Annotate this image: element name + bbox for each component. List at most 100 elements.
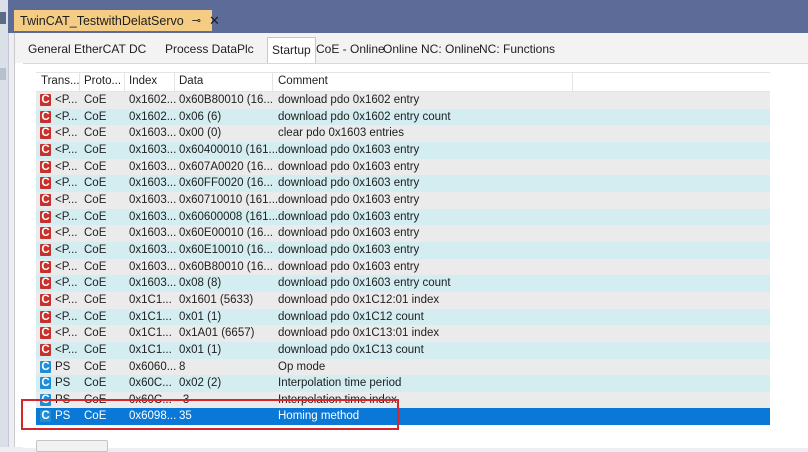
cell-proto: CoE <box>84 227 107 240</box>
col-proto[interactable]: Proto... <box>84 75 121 87</box>
cell-data: 0x1601 (5633) <box>179 293 254 306</box>
cell-data: 0x60710010 (161... <box>179 193 279 206</box>
cell-data: 0x00 (0) <box>179 127 222 140</box>
cell-trans: <P... <box>55 277 78 290</box>
table-row[interactable]: C <P... CoE 0x1602... 0x60B80010 (16... downl… <box>36 92 770 109</box>
cell-comment: clear pdo 0x1603 entries <box>278 127 404 140</box>
cell-comment: download pdo 0x1602 entry count <box>278 110 451 123</box>
cell-comment: download pdo 0x1603 entry <box>278 143 420 156</box>
table-row[interactable]: C PS CoE 0x6060... 8 Op mode <box>36 358 770 376</box>
tab-nc-online[interactable]: NC: Online <box>421 42 480 56</box>
col-trans[interactable]: Trans... <box>41 75 80 87</box>
close-icon[interactable]: ✕ <box>209 13 220 29</box>
cell-trans: <P... <box>55 310 78 323</box>
col-data[interactable]: Data <box>179 75 203 87</box>
coe-command-icon: C <box>40 160 51 173</box>
cell-comment: Op mode <box>278 360 326 373</box>
cell-data: 0x01 (1) <box>179 343 222 356</box>
table-body: C <P... CoE 0x1602... 0x60B80010 (16... downl… <box>36 92 770 426</box>
tab-dc[interactable]: DC <box>129 42 146 56</box>
tab-process-data[interactable]: Process Data <box>165 42 237 56</box>
coe-command-icon: C <box>40 360 51 373</box>
cell-trans: PS <box>55 360 71 373</box>
tab-online[interactable]: Online <box>383 42 418 56</box>
coe-command-icon: C <box>40 343 51 356</box>
table-row[interactable]: C <P... CoE 0x1603... 0x60E00010 (16... downl… <box>36 225 770 242</box>
cell-trans: <P... <box>55 110 78 123</box>
cell-comment: download pdo 0x1603 entry <box>278 160 420 173</box>
cell-trans: <P... <box>55 227 78 240</box>
cell-comment: download pdo 0x1603 entry count <box>278 277 451 290</box>
tab-coe-online[interactable]: CoE - Online <box>316 42 385 56</box>
pin-icon[interactable]: ⊸ <box>192 14 201 27</box>
cell-data: 8 <box>179 360 186 373</box>
table-row[interactable]: C <P... CoE 0x1603... 0x60B80010 (16... downl… <box>36 258 770 276</box>
table-row[interactable]: C <P... CoE 0x1C1... 0x1601 (5633) download p… <box>36 291 770 309</box>
cell-index: 0x1603... <box>129 260 177 273</box>
table-row[interactable]: C <P... CoE 0x1603... 0x00 (0) clear pdo 0x16… <box>36 125 770 142</box>
cell-comment: download pdo 0x1C12 count <box>278 310 424 323</box>
cell-comment: download pdo 0x1603 entry <box>278 243 420 256</box>
cell-index: 0x1C1... <box>129 293 172 306</box>
coe-command-icon: C <box>40 243 51 256</box>
table-row[interactable]: C <P... CoE 0x1603... 0x60600008 (161... down… <box>36 208 770 226</box>
coe-command-icon: C <box>40 143 51 156</box>
coe-command-icon: C <box>40 277 51 290</box>
cell-trans: <P... <box>55 160 78 173</box>
cell-index: 0x60C... <box>129 377 172 390</box>
cell-comment: download pdo 0x1603 entry <box>278 260 420 273</box>
tab-plc[interactable]: Plc <box>237 42 254 56</box>
cell-trans: <P... <box>55 94 78 106</box>
cell-comment: download pdo 0x1603 entry <box>278 193 420 206</box>
cell-trans: <P... <box>55 193 78 206</box>
cell-data: 0x60600008 (161... <box>179 210 279 223</box>
cell-comment: download pdo 0x1603 entry <box>278 210 420 223</box>
cell-index: 0x1603... <box>129 227 177 240</box>
cell-trans: <P... <box>55 343 78 356</box>
coe-command-icon: C <box>40 260 51 273</box>
col-comment[interactable]: Comment <box>278 75 328 87</box>
coe-command-icon: C <box>40 377 51 390</box>
document-tab-title: TwinCAT_TestwithDelatServo <box>20 13 184 28</box>
cell-comment: Interpolation time period <box>278 377 402 390</box>
cell-proto: CoE <box>84 94 107 106</box>
cell-index: 0x1603... <box>129 210 177 223</box>
table-row[interactable]: C <P... CoE 0x1C1... 0x01 (1) download pdo 0x… <box>36 341 770 359</box>
cell-trans: <P... <box>55 127 78 140</box>
cell-trans: <P... <box>55 177 78 190</box>
cell-trans: <P... <box>55 243 78 256</box>
table-row[interactable]: C <P... CoE 0x1C1... 0x1A01 (6657) download p… <box>36 325 770 342</box>
table-row[interactable]: C <P... CoE 0x1603... 0x60E10010 (16... downl… <box>36 241 770 259</box>
table-row[interactable]: C <P... CoE 0x1C1... 0x01 (1) download pdo 0x… <box>36 308 770 326</box>
table-row[interactable]: C <P... CoE 0x1602... 0x06 (6) download pdo 0… <box>36 108 770 126</box>
tab-nc-functions[interactable]: NC: Functions <box>479 42 555 56</box>
cell-proto: CoE <box>84 277 107 290</box>
left-dock-strip <box>0 0 9 447</box>
tab-startup[interactable]: Startup <box>267 37 316 63</box>
cell-trans: <P... <box>55 210 78 223</box>
cell-proto: CoE <box>84 343 107 356</box>
cell-proto: CoE <box>84 143 107 156</box>
cell-proto: CoE <box>84 243 107 256</box>
table-row[interactable]: C <P... CoE 0x1603... 0x08 (8) download pdo 0… <box>36 275 770 292</box>
tab-ethercat[interactable]: EtherCAT <box>74 42 126 56</box>
cell-data: 0x60B80010 (16... <box>179 94 273 106</box>
cell-proto: CoE <box>84 360 107 373</box>
table-row[interactable]: C PS CoE 0x60C... 0x02 (2) Interpolation time… <box>36 375 770 392</box>
table-row[interactable]: C <P... CoE 0x1603... 0x60400010 (161... down… <box>36 141 770 159</box>
cell-comment: download pdo 0x1C13 count <box>278 343 424 356</box>
cell-index: 0x1C1... <box>129 310 172 323</box>
table-row[interactable]: C <P... CoE 0x1603... 0x60710010 (161... down… <box>36 191 770 209</box>
document-tab[interactable]: TwinCAT_TestwithDelatServo ⊸ ✕ <box>14 10 220 31</box>
table-header: Trans... Proto... Index Data Comment <box>36 72 770 92</box>
cell-data: 0x08 (8) <box>179 277 222 290</box>
coe-command-icon: C <box>40 327 51 340</box>
table-row[interactable]: C <P... CoE 0x1603... 0x60FF0020 (16... downl… <box>36 175 770 192</box>
cell-index: 0x1C1... <box>129 343 172 356</box>
cell-proto: CoE <box>84 260 107 273</box>
bottom-button[interactable] <box>36 440 108 452</box>
tab-general[interactable]: General <box>28 42 71 56</box>
cell-trans: <P... <box>55 327 78 340</box>
col-index[interactable]: Index <box>129 75 157 87</box>
table-row[interactable]: C <P... CoE 0x1603... 0x607A0020 (16... downl… <box>36 158 770 176</box>
